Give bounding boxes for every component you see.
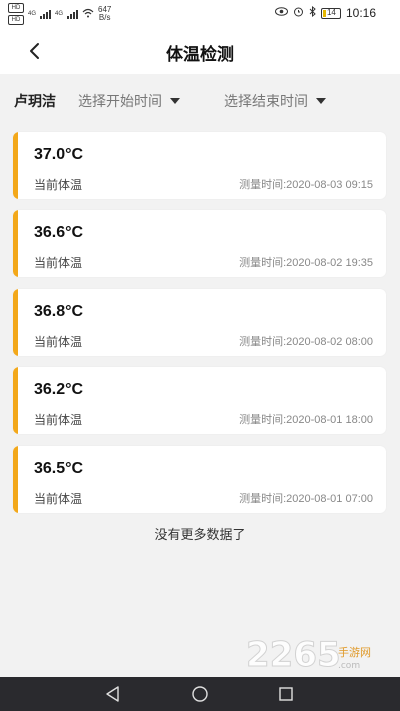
card-accent-bar — [13, 367, 18, 434]
system-nav-bar — [0, 677, 400, 711]
signal-icon-2 — [67, 9, 79, 19]
speed-unit: B/s — [98, 13, 111, 22]
record-label: 当前体温 — [34, 178, 83, 192]
eye-icon — [274, 7, 288, 19]
watermark-logo: 2265 手游网 .com — [246, 634, 396, 676]
status-left: HD HD 4G 4G 647 B/s — [8, 3, 111, 25]
person-name: 卢玥洁 — [14, 93, 56, 109]
nav-home-button[interactable] — [191, 685, 209, 703]
record-temperature: 36.5°C — [34, 460, 84, 477]
status-right: 14 10:16 — [274, 5, 376, 20]
no-more-data-text: 没有更多数据了 — [154, 527, 246, 542]
status-time: 10:16 — [345, 6, 376, 20]
record-label: 当前体温 — [34, 256, 83, 270]
nav-home-icon — [192, 686, 208, 702]
dropdown-caret-icon — [316, 98, 326, 104]
start-time-select[interactable]: 选择开始时间 — [78, 91, 180, 111]
nav-back-button[interactable] — [104, 685, 122, 703]
record-time: 测量时间:2020-08-03 09:15 — [239, 179, 373, 191]
record-card[interactable]: 36.8°C 当前体温 测量时间:2020-08-02 08:00 — [13, 289, 386, 356]
signal-icon — [40, 9, 52, 19]
svg-text:手游网: 手游网 — [338, 645, 371, 659]
hd-badge-2: HD — [8, 15, 24, 25]
record-card[interactable]: 36.2°C 当前体温 测量时间:2020-08-01 18:00 — [13, 367, 386, 434]
filter-bar: 卢玥洁 选择开始时间 选择结束时间 — [0, 84, 400, 114]
wifi-icon — [82, 8, 94, 21]
nav-recents-button[interactable] — [277, 685, 295, 703]
card-accent-bar — [13, 132, 18, 199]
record-label: 当前体温 — [34, 413, 83, 427]
record-time: 测量时间:2020-08-02 19:35 — [239, 257, 373, 269]
record-time: 测量时间:2020-08-01 18:00 — [239, 414, 373, 426]
record-temperature: 36.8°C — [34, 303, 84, 320]
end-time-label: 选择结束时间 — [224, 93, 308, 109]
record-card[interactable]: 36.6°C 当前体温 测量时间:2020-08-02 19:35 — [13, 210, 386, 277]
svg-text:.com: .com — [338, 661, 360, 671]
network-speed: 647 B/s — [98, 6, 111, 22]
nav-back-icon — [106, 686, 119, 702]
page-title: 体温检测 — [166, 45, 234, 64]
record-time: 测量时间:2020-08-01 07:00 — [239, 493, 373, 505]
signal-label-2: 4G — [55, 11, 64, 17]
battery-icon: 14 — [320, 7, 341, 19]
start-time-label: 选择开始时间 — [78, 93, 162, 109]
battery-level: 14 — [326, 7, 336, 17]
hd-badge-1: HD — [8, 3, 24, 13]
record-label: 当前体温 — [34, 492, 83, 506]
card-accent-bar — [13, 210, 18, 277]
end-time-select[interactable]: 选择结束时间 — [224, 91, 326, 111]
record-temperature: 37.0°C — [34, 146, 84, 163]
record-card[interactable]: 36.5°C 当前体温 测量时间:2020-08-01 07:00 — [13, 446, 386, 513]
dropdown-caret-icon — [170, 98, 180, 104]
bluetooth-icon — [309, 5, 316, 20]
record-time: 测量时间:2020-08-02 08:00 — [239, 336, 373, 348]
svg-text:2265: 2265 — [246, 635, 341, 674]
record-card[interactable]: 37.0°C 当前体温 测量时间:2020-08-03 09:15 — [13, 132, 386, 199]
record-temperature: 36.6°C — [34, 224, 84, 241]
card-accent-bar — [13, 446, 18, 513]
signal-label-1: 4G — [28, 11, 37, 17]
card-accent-bar — [13, 289, 18, 356]
nav-recents-icon — [279, 687, 293, 701]
status-bar: HD HD 4G 4G 647 B/s 14 10:16 — [0, 0, 400, 26]
app-header: 体温检测 — [0, 26, 400, 74]
record-label: 当前体温 — [34, 335, 83, 349]
record-temperature: 36.2°C — [34, 381, 84, 398]
alarm-icon — [293, 6, 304, 20]
